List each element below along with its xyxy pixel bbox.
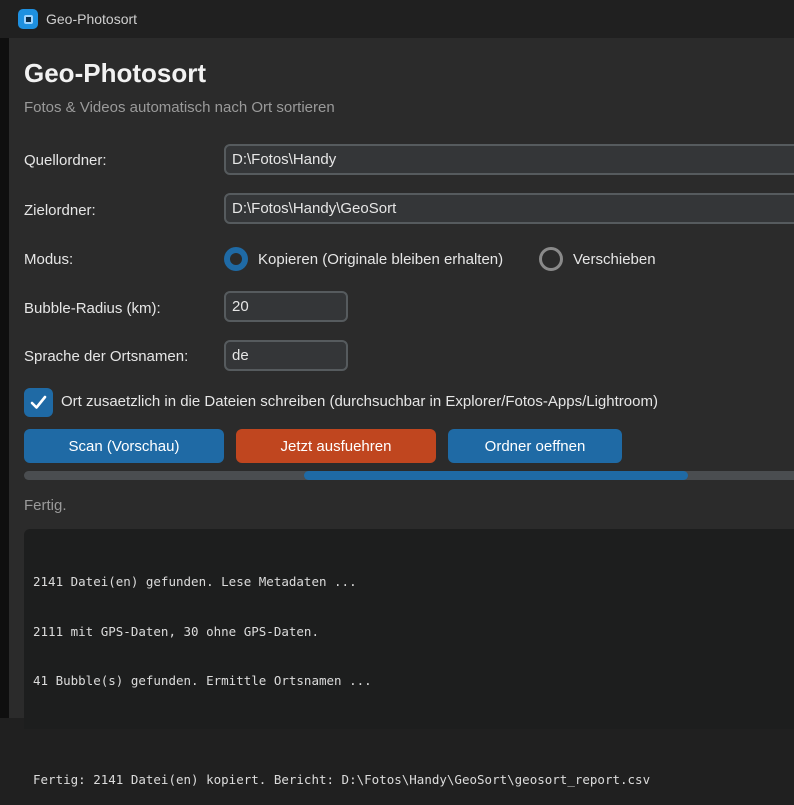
target-folder-input[interactable]: D:\Fotos\Handy\GeoSort: [224, 193, 794, 224]
window-left-edge: [0, 38, 9, 718]
run-button[interactable]: Jetzt ausfuehren: [236, 429, 436, 463]
log-line: Fertig: 2141 Datei(en) kopiert. Bericht:…: [33, 772, 651, 787]
write-location-checkbox[interactable]: [24, 388, 53, 417]
language-input[interactable]: de: [224, 340, 348, 371]
window-titlebar[interactable]: Geo-Photosort: [0, 0, 794, 38]
open-folder-button[interactable]: Ordner oeffnen: [448, 429, 622, 463]
progress-indicator: [304, 471, 688, 480]
progress-bar: [24, 471, 794, 480]
mode-move-label[interactable]: Verschieben: [573, 251, 656, 268]
target-folder-label: Zielordner:: [24, 202, 96, 219]
write-location-label[interactable]: Ort zusaetzlich in die Dateien schreiben…: [61, 393, 658, 410]
scan-button[interactable]: Scan (Vorschau): [24, 429, 224, 463]
log-line: 2141 Datei(en) gefunden. Lese Metadaten …: [33, 574, 357, 589]
log-line: 41 Bubble(s) gefunden. Ermittle Ortsname…: [33, 673, 372, 688]
radius-label: Bubble-Radius (km):: [24, 300, 161, 317]
window-title: Geo-Photosort: [46, 11, 138, 27]
page-title: Geo-Photosort: [24, 58, 206, 88]
source-folder-input[interactable]: D:\Fotos\Handy: [224, 144, 794, 175]
log-output[interactable]: 2141 Datei(en) gefunden. Lese Metadaten …: [24, 529, 794, 787]
mode-label: Modus:: [24, 251, 74, 268]
radius-input[interactable]: 20: [224, 291, 348, 322]
page-subtitle: Fotos & Videos automatisch nach Ort sort…: [24, 99, 335, 116]
mode-copy-radio[interactable]: [224, 247, 248, 271]
log-line: 2111 mit GPS-Daten, 30 ohne GPS-Daten.: [33, 623, 319, 639]
language-label: Sprache der Ortsnamen:: [24, 348, 189, 365]
checkmark-icon: [30, 395, 47, 409]
mode-move-radio[interactable]: [539, 247, 563, 271]
source-folder-label: Quellordner:: [24, 152, 107, 169]
status-text: Fertig.: [24, 497, 67, 514]
mode-copy-label[interactable]: Kopieren (Originale bleiben erhalten): [258, 251, 503, 268]
app-icon: [18, 9, 38, 29]
